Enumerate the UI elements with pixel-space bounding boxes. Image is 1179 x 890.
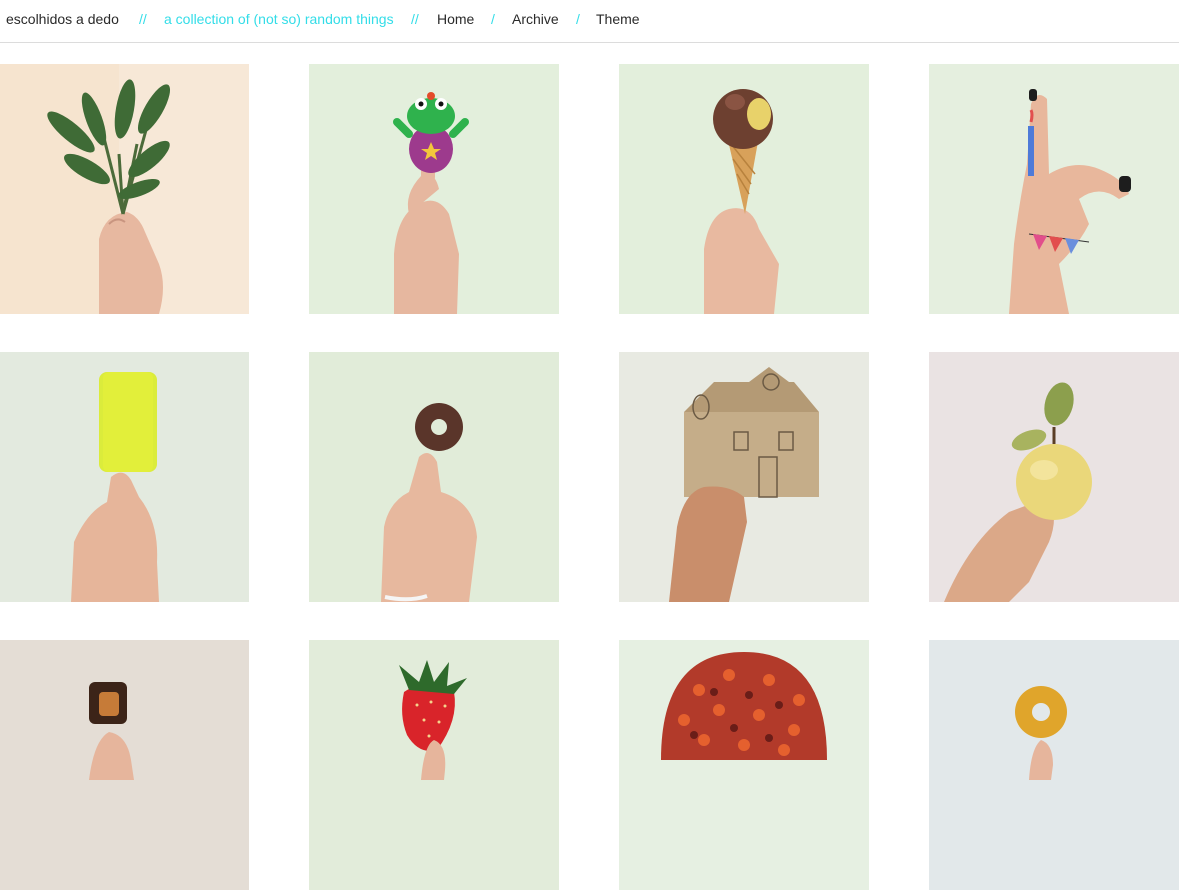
nav-link-archive[interactable]: Archive: [512, 0, 559, 38]
cardboard-house-image: [619, 352, 869, 602]
nav-separator: /: [491, 11, 495, 27]
crochet-beanie-image: [619, 640, 869, 890]
photo-strawberry[interactable]: [309, 640, 559, 890]
nav-link-home[interactable]: Home: [437, 0, 474, 38]
photo-herb-sprig[interactable]: [0, 64, 249, 314]
photo-chocolate-bite[interactable]: [0, 640, 249, 890]
site-header: escolhidos a dedo // a collection of (no…: [0, 0, 1179, 43]
photo-yellow-cylinder[interactable]: [0, 352, 249, 602]
nav-link-theme[interactable]: Theme: [596, 0, 640, 38]
drawn-hand-image: [929, 64, 1179, 314]
glazed-donut-image: [929, 640, 1179, 890]
chocolate-bite-image: [0, 640, 249, 890]
yellow-apple-image: [929, 352, 1179, 602]
chocolate-donut-image: [309, 352, 559, 602]
separator-double-slash: //: [139, 11, 147, 27]
photo-frog-toy[interactable]: [309, 64, 559, 314]
frog-toy-image: [309, 64, 559, 314]
yellow-cylinder-image: [0, 352, 249, 602]
photo-crochet-beanie[interactable]: [619, 640, 869, 890]
photo-chocolate-donut[interactable]: [309, 352, 559, 602]
photo-ice-cream[interactable]: [619, 64, 869, 314]
separator-double-slash: //: [411, 11, 419, 27]
site-title[interactable]: escolhidos a dedo: [6, 0, 119, 38]
strawberry-image: [309, 640, 559, 890]
ice-cream-image: [619, 64, 869, 314]
site-tagline: a collection of (not so) random things: [164, 11, 394, 27]
photo-cardboard-house[interactable]: [619, 352, 869, 602]
nav-separator: /: [576, 11, 580, 27]
photo-drawn-hand[interactable]: [929, 64, 1179, 314]
herb-sprig-image: [0, 64, 249, 314]
photo-glazed-donut[interactable]: [929, 640, 1179, 890]
photo-yellow-apple[interactable]: [929, 352, 1179, 602]
